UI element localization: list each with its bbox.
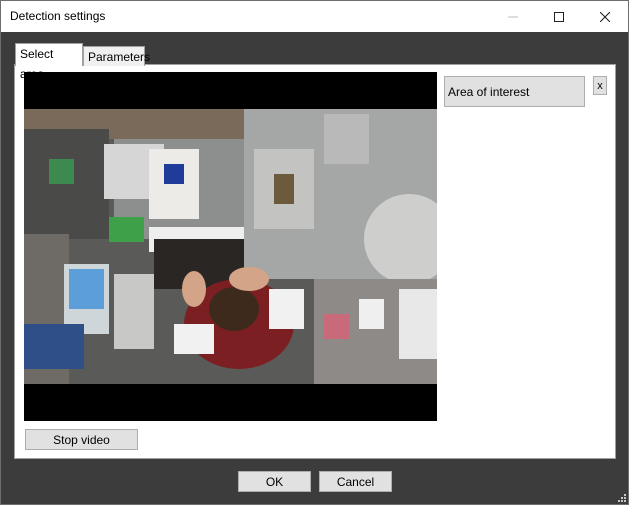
video-preview[interactable] (24, 72, 437, 421)
tab-select-area[interactable]: Select area (15, 43, 83, 81)
close-icon (600, 11, 610, 22)
window-title: Detection settings (10, 9, 106, 23)
ok-button[interactable]: OK (238, 471, 311, 492)
remove-area-button[interactable]: x (593, 76, 607, 95)
cancel-button[interactable]: Cancel (319, 471, 392, 492)
area-of-interest-button[interactable]: Area of interest (444, 76, 585, 107)
camera-feed-image (24, 109, 437, 384)
maximize-button[interactable] (536, 1, 582, 32)
detection-settings-window: Detection settings Select area Parameter… (0, 0, 629, 505)
title-bar[interactable]: Detection settings (1, 1, 628, 32)
resize-grip-icon[interactable] (615, 491, 627, 503)
close-button[interactable] (582, 1, 628, 32)
minimize-icon (508, 16, 518, 17)
tab-parameters[interactable]: Parameters (83, 46, 150, 66)
stop-video-button[interactable]: Stop video (25, 429, 138, 450)
minimize-button[interactable] (490, 1, 536, 32)
maximize-icon (554, 11, 564, 22)
